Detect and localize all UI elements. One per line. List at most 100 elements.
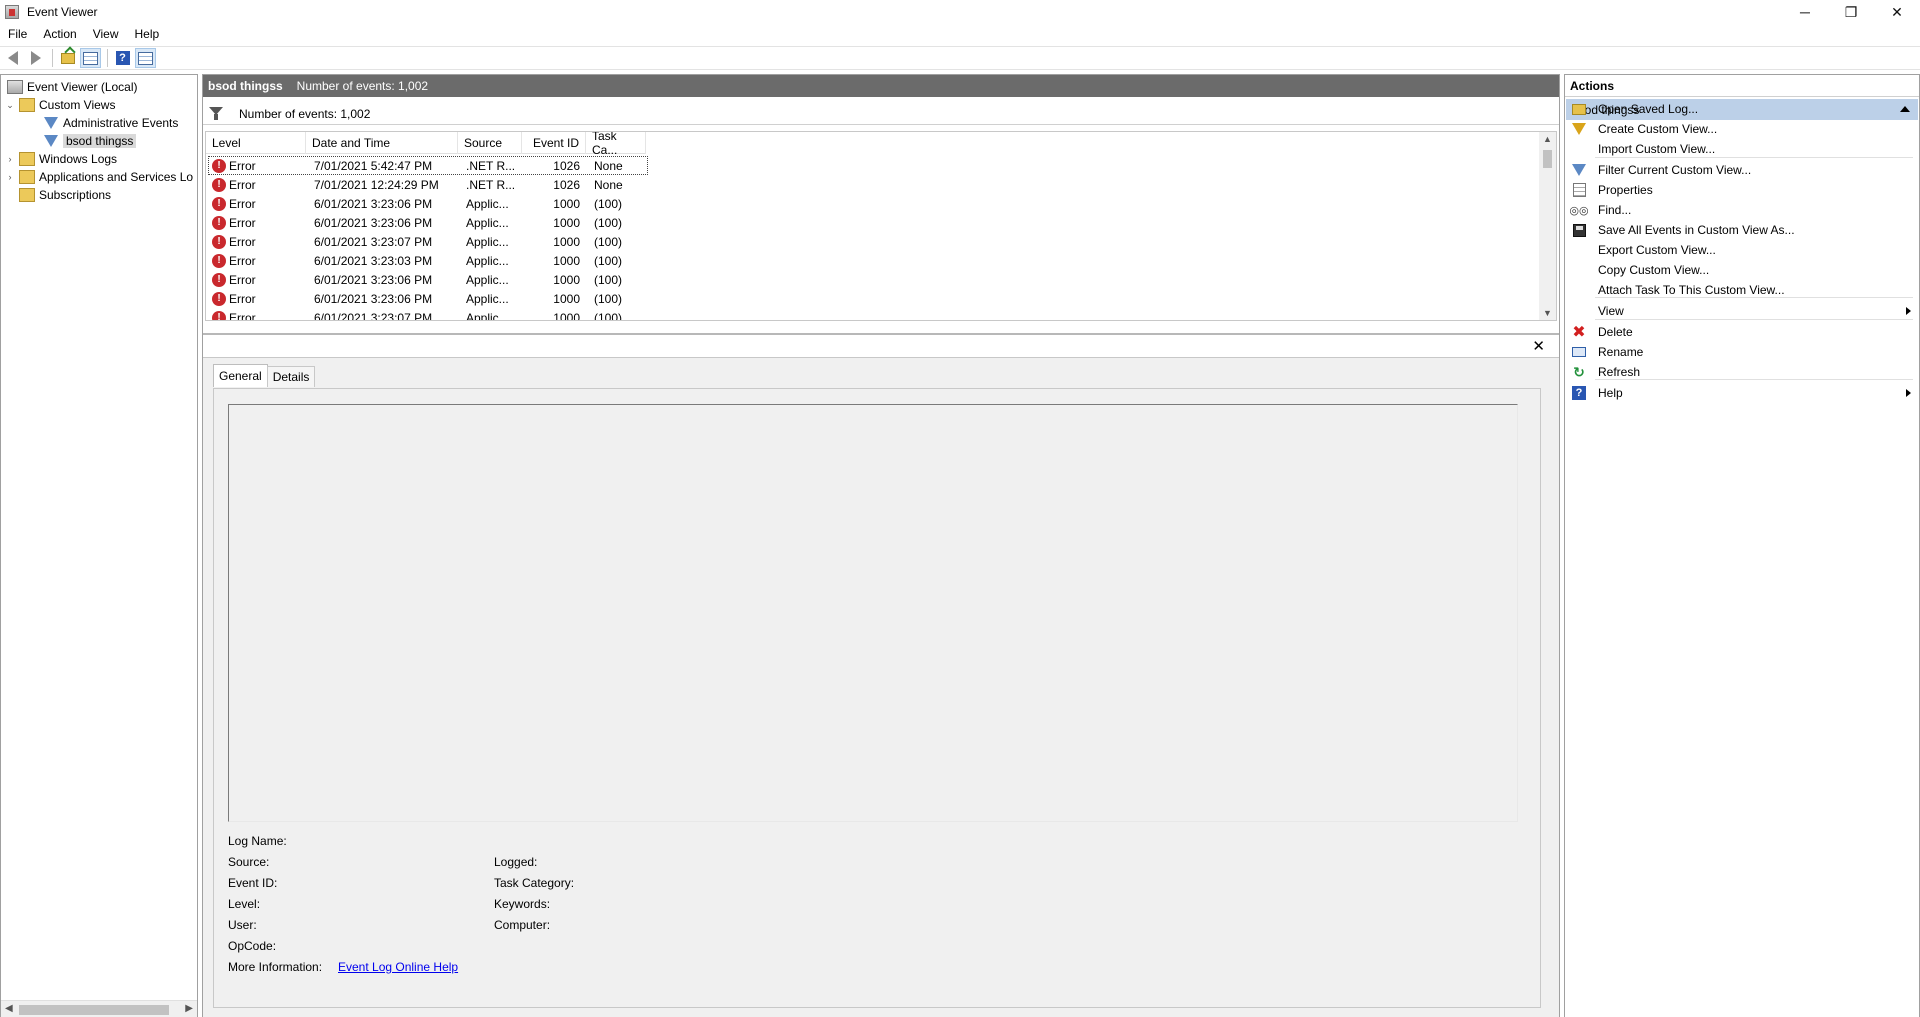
up-one-level-button[interactable]	[57, 48, 78, 68]
action-import-custom-view[interactable]: Import Custom View...	[1565, 139, 1919, 159]
table-row[interactable]: ! Error 6/01/2021 3:23:06 PM Applic... 1000 (…	[208, 270, 648, 289]
tree-item-applications-and-services[interactable]: › Applications and Services Lo	[5, 168, 193, 186]
minimize-button[interactable]: ─	[1782, 0, 1828, 24]
column-header-task-category[interactable]: Task Ca...	[586, 132, 646, 157]
tree-item-bsod-thingss[interactable]: bsod thingss	[43, 132, 137, 150]
pane-splitter[interactable]	[203, 333, 1559, 335]
tree-item-subscriptions[interactable]: Subscriptions	[19, 186, 111, 204]
blank-icon	[1571, 262, 1587, 278]
expand-chevron-icon[interactable]: ›	[5, 172, 15, 182]
action-filter-current-custom-view[interactable]: Filter Current Custom View...	[1565, 160, 1919, 180]
refresh-icon-glyph: ↻	[1573, 363, 1585, 380]
scroll-up-icon[interactable]: ▲	[1543, 134, 1552, 144]
table-row[interactable]: ! Error 6/01/2021 3:23:06 PM Applic... 1000 (…	[208, 194, 648, 213]
forward-button[interactable]	[25, 48, 46, 68]
table-row[interactable]: ! Error 7/01/2021 5:42:47 PM .NET R... 1026 N…	[208, 156, 648, 175]
scroll-right-icon[interactable]: ▶	[185, 1003, 193, 1014]
scroll-thumb[interactable]	[1543, 150, 1552, 168]
cell-level-text: Error	[229, 291, 256, 306]
action-view[interactable]: View	[1565, 301, 1919, 321]
menu-help[interactable]: Help	[127, 27, 168, 41]
action-label: View	[1598, 304, 1624, 318]
event-description-box[interactable]	[228, 404, 1518, 822]
cell-level-text: Error	[229, 215, 256, 230]
cell-level-text: Error	[229, 177, 256, 192]
tree-horizontal-scrollbar[interactable]: ◀ ▶	[1, 1000, 197, 1017]
tree-item-label: Custom Views	[39, 98, 116, 112]
action-save-all-events-in-custom-view-as[interactable]: Save All Events in Custom View As...	[1565, 220, 1919, 240]
cell-source: Applic...	[466, 234, 509, 249]
cell-source: Applic...	[466, 253, 509, 268]
restore-button[interactable]: ❐	[1828, 0, 1874, 24]
table-row[interactable]: ! Error 6/01/2021 3:23:03 PM Applic... 1000 (…	[208, 251, 648, 270]
action-find[interactable]: ◎◎ Find...	[1565, 200, 1919, 220]
column-header-level[interactable]: Level	[206, 132, 306, 154]
tree-item-windows-logs[interactable]: › Windows Logs	[5, 150, 117, 168]
scroll-left-icon[interactable]: ◀	[5, 1003, 13, 1014]
action-help[interactable]: ? Help	[1565, 383, 1919, 403]
filter-icon	[1571, 162, 1587, 178]
action-label: Copy Custom View...	[1598, 263, 1710, 277]
table-row[interactable]: ! Error 6/01/2021 3:23:06 PM Applic... 1000 (…	[208, 213, 648, 232]
properties-icon-glyph	[1572, 183, 1586, 197]
tab-details[interactable]: Details	[266, 366, 316, 387]
table-row[interactable]: ! Error 6/01/2021 3:23:07 PM Applic... 1000 (…	[208, 232, 648, 251]
title-bar: Event Viewer ─ ❐ ✕	[0, 0, 1920, 24]
label-level: Level:	[228, 897, 261, 911]
cell-level: ! Error	[208, 213, 308, 232]
blank-icon	[1571, 303, 1587, 319]
cell-date: 7/01/2021 5:42:47 PM	[314, 158, 433, 173]
action-rename[interactable]: Rename	[1565, 342, 1919, 362]
expand-chevron-icon[interactable]: ›	[5, 154, 15, 164]
error-icon: !	[212, 310, 226, 320]
properties-icon	[1571, 182, 1587, 198]
table-row[interactable]: ! Error 7/01/2021 12:24:29 PM .NET R... 1026…	[208, 175, 648, 194]
menu-action[interactable]: Action	[35, 27, 84, 41]
action-label: Rename	[1598, 345, 1644, 359]
column-header-source[interactable]: Source	[458, 132, 522, 154]
table-row[interactable]: ! Error 6/01/2021 3:23:06 PM Applic... 1000 (…	[208, 289, 648, 308]
column-header-event-id[interactable]: Event ID	[522, 132, 586, 154]
tree-item-administrative-events[interactable]: Administrative Events	[43, 114, 178, 132]
window-title: Event Viewer	[27, 5, 98, 19]
action-delete[interactable]: ✖ Delete	[1565, 322, 1919, 342]
show-hide-action-pane-button[interactable]	[135, 48, 156, 68]
label-task-category: Task Category:	[494, 876, 575, 890]
cell-date: 6/01/2021 3:23:06 PM	[314, 291, 433, 306]
close-button[interactable]: ✕	[1874, 0, 1920, 24]
cell-event-id: 1026	[553, 177, 580, 192]
event-log-online-help-link[interactable]: Event Log Online Help	[338, 960, 458, 974]
action-label: Save All Events in Custom View As...	[1598, 223, 1795, 237]
close-preview-pane-button[interactable]: ✕	[1532, 337, 1545, 355]
help-icon: ?	[1571, 385, 1587, 401]
menu-view[interactable]: View	[85, 27, 127, 41]
expand-chevron-icon[interactable]: ⌄	[5, 100, 15, 110]
tree-item-custom-views[interactable]: ⌄ Custom Views	[5, 96, 115, 114]
menu-file[interactable]: File	[0, 27, 35, 41]
table-row[interactable]: ! Error 6/01/2021 3:23:07 PM Applic... 1000 (…	[208, 308, 648, 321]
scroll-down-icon[interactable]: ▼	[1543, 308, 1552, 318]
back-button[interactable]	[2, 48, 23, 68]
action-export-custom-view[interactable]: Export Custom View...	[1565, 240, 1919, 260]
action-create-custom-view[interactable]: Create Custom View...	[1565, 119, 1919, 139]
cell-event-id: 1000	[553, 310, 580, 321]
column-header-date[interactable]: Date and Time	[306, 132, 458, 154]
detail-tabs: General Details	[213, 364, 316, 387]
actions-title: Actions	[1565, 75, 1919, 97]
table-vertical-scrollbar[interactable]: ▲ ▼	[1539, 132, 1556, 320]
action-properties[interactable]: Properties	[1565, 180, 1919, 200]
scroll-thumb[interactable]	[19, 1005, 169, 1015]
error-icon: !	[212, 215, 226, 230]
find-icon-glyph: ◎◎	[1569, 204, 1589, 217]
show-hide-tree-button[interactable]	[80, 48, 101, 68]
center-pane: bsod thingss Number of events: 1,002 Num…	[202, 74, 1560, 1017]
cell-level-text: Error	[229, 272, 256, 287]
submenu-arrow-icon	[1906, 389, 1911, 397]
error-icon: !	[212, 253, 226, 268]
tree-item-event-viewer-local[interactable]: Event Viewer (Local)	[7, 78, 138, 96]
action-copy-custom-view[interactable]: Copy Custom View...	[1565, 260, 1919, 280]
actions-separator	[1595, 379, 1913, 380]
action-open-saved-log[interactable]: Open Saved Log...	[1565, 99, 1919, 119]
tab-general[interactable]: General	[213, 364, 268, 387]
help-button[interactable]: ?	[112, 48, 133, 68]
